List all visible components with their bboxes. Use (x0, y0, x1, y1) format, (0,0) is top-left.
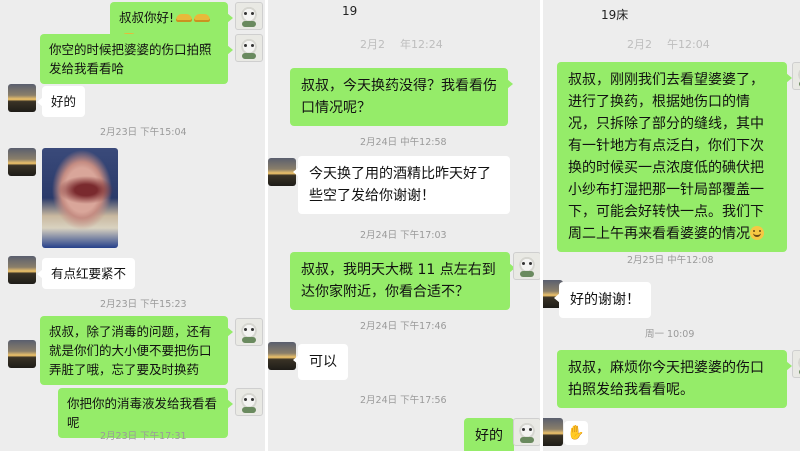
message-text: 你空的时候把婆婆的伤口拍照发给我看看哈 (49, 42, 212, 76)
watermark-text: 2月2 (360, 38, 385, 51)
watermark-text: 年12:24 (400, 38, 443, 51)
avatar-nurse[interactable] (235, 318, 263, 346)
message-sent[interactable]: 叔叔，除了消毒的问题，还有就是你们的大小便不要把伤口弄脏了哦，忘了要及时换药 (40, 316, 233, 385)
waving-hand-emoji-icon[interactable]: ✋ (564, 421, 588, 445)
message-received[interactable]: 可以 (293, 344, 348, 380)
chat-panel-1: 叔叔你好! 你空的时候把婆婆的伤口拍照发给我看看哈 好的 2月23日 下午15:… (0, 0, 265, 451)
timestamp: 周一 10:09 (645, 329, 695, 340)
watermark-text: 2月2 (627, 38, 652, 51)
message-received[interactable]: 今天换了用的酒精比昨天好了些空了发给你谢谢！ (293, 156, 510, 214)
message-sent[interactable]: 叔叔，麻烦你今天把婆婆的伤口拍照发给我看看呢。 (557, 350, 792, 408)
avatar-patient-family[interactable] (8, 148, 36, 176)
message-sent[interactable]: 好的 (464, 418, 519, 451)
timestamp: 2月24日 下午17:46 (360, 321, 447, 332)
message-text: 叔叔，麻烦你今天把婆婆的伤口拍照发给我看看呢。 (568, 360, 764, 398)
wound-photo-image[interactable] (42, 148, 118, 248)
timestamp: 2月24日 中午12:58 (360, 137, 447, 148)
avatar-patient-family[interactable] (8, 84, 36, 112)
gold-ingot-icon (194, 14, 211, 22)
status-bar-text: 19床 (601, 8, 629, 22)
message-sent[interactable]: 你空的时候把婆婆的伤口拍照发给我看看哈 (40, 34, 233, 84)
avatar-nurse[interactable] (235, 2, 263, 30)
avatar-nurse[interactable] (513, 418, 540, 446)
timestamp: 2月24日 下午17:56 (360, 395, 447, 406)
message-sent[interactable]: 叔叔，我明天大概 11 点左右到达你家附近，你看合适不？ (290, 252, 515, 310)
message-received[interactable]: 好的谢谢！ (554, 282, 651, 318)
timestamp: 2月25日 中午12:08 (627, 255, 714, 266)
watermark-text: 午12:04 (667, 38, 710, 51)
avatar-nurse[interactable] (513, 252, 540, 280)
avatar-patient-family[interactable] (268, 158, 296, 186)
message-text: 叔叔，除了消毒的问题，还有就是你们的大小便不要把伤口弄脏了哦，忘了要及时换药 (49, 324, 212, 377)
message-text: 叔叔你好! (119, 10, 175, 25)
timestamp: 2月24日 下午17:03 (360, 230, 447, 241)
message-text: 叔叔，我明天大概 11 点左右到达你家附近，你看合适不？ (301, 262, 496, 300)
gold-ingot-icon (176, 14, 193, 22)
message-text: 今天换了用的酒精比昨天好了些空了发给你谢谢！ (309, 166, 491, 204)
avatar-patient-family[interactable] (268, 342, 296, 370)
message-received[interactable]: 有点红要紧不 (36, 258, 136, 289)
message-sent[interactable]: 叔叔，刚刚我们去看望婆婆了，进行了换药，根据她伤口的情况，只拆除了部分的缝线，其… (557, 62, 792, 252)
smile-emoji-icon (750, 226, 764, 240)
message-text: 好的谢谢！ (570, 292, 640, 308)
message-text: 有点红要紧不 (51, 266, 127, 281)
message-text: 好的 (51, 94, 77, 109)
message-text: 叔叔，刚刚我们去看望婆婆了，进行了换药，根据她伤口的情况，只拆除了部分的缝线，其… (568, 72, 764, 242)
message-text: 叔叔，今天换药没得？我看看伤口情况呢？ (301, 78, 497, 116)
avatar-nurse[interactable] (792, 350, 800, 378)
avatar-patient-family[interactable] (543, 418, 563, 446)
chat-panel-3: 19床 2月2 午12:04 叔叔，刚刚我们去看望婆婆了，进行了换药，根据她伤口… (543, 0, 800, 451)
avatar-patient-family[interactable] (8, 340, 36, 368)
avatar-nurse[interactable] (235, 34, 263, 62)
avatar-patient-family[interactable] (8, 256, 36, 284)
message-text: 你把你的消毒液发给我看看呢 (67, 396, 218, 430)
timestamp: 2月23日 下午15:04 (100, 127, 187, 138)
message-sent[interactable]: 叔叔，今天换药没得？我看看伤口情况呢？ (290, 68, 513, 126)
message-received[interactable]: 好的 (36, 86, 86, 117)
timestamp: 2月23日 下午17:31 (100, 431, 187, 442)
message-text: 可以 (309, 354, 337, 370)
status-bar-text: 19 (342, 4, 358, 18)
message-text: 好的 (475, 428, 503, 444)
avatar-nurse[interactable] (792, 62, 800, 90)
avatar-nurse[interactable] (235, 388, 263, 416)
timestamp: 2月23日 下午15:23 (100, 299, 187, 310)
chat-panel-2: 19 2月2 年12:24 叔叔，今天换药没得？我看看伤口情况呢？ 2月24日 … (268, 0, 540, 451)
